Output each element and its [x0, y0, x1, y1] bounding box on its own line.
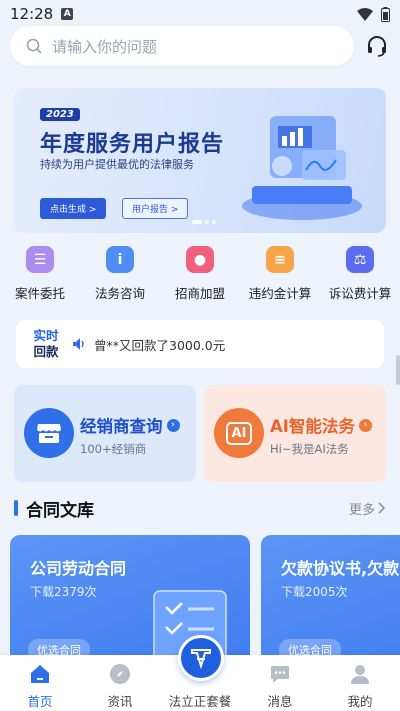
status-icons [357, 6, 390, 22]
battery-icon [381, 6, 390, 22]
profile-icon [351, 665, 369, 684]
user-report-button[interactable]: 用户报告 > [122, 198, 189, 219]
shortcut-penalty-calculator[interactable]: ≡ 违约金计算 [240, 246, 320, 302]
tab-messages[interactable]: 消息 [240, 655, 320, 711]
search-placeholder: 请输入你的问题 [52, 37, 158, 56]
generate-report-button[interactable]: 点击生成 > [40, 198, 107, 219]
tab-label: 我的 [347, 694, 373, 709]
shortcut-case-entrust[interactable]: ☰ 案件委托 [0, 246, 80, 302]
dealer-query-title-text: 经销商查询 [80, 417, 163, 436]
contracts-section-header: 合同文库 更多 [14, 497, 386, 521]
section-accent-bar [14, 500, 18, 516]
tab-label: 资讯 [107, 694, 133, 709]
tab-label: 法立正套餐 [168, 694, 232, 709]
contract-title: 公司劳动合同 [30, 559, 127, 578]
banner-pagination [192, 220, 216, 224]
package-icon [191, 649, 211, 670]
consult-icon: i [106, 246, 134, 273]
chevron-right-icon: › [166, 418, 180, 432]
customer-service-headset-icon[interactable] [364, 33, 390, 59]
contract-title: 欠款协议书,欠款 [281, 559, 400, 578]
tab-label: 消息 [267, 694, 293, 709]
speaker-icon [73, 338, 84, 350]
banner-year-badge: 2023 [40, 108, 80, 121]
contract-downloads: 下载2379次 [30, 585, 97, 599]
annual-report-banner[interactable]: 2023 年度服务用户报告 持续为用户提供最优的法律服务 点击生成 > 用户报告… [14, 88, 386, 233]
store-icon [24, 408, 74, 458]
status-time: 12:28 [10, 5, 54, 23]
banner-subtitle: 持续为用户提供最优的法律服务 [40, 158, 194, 171]
status-bar: 12:28 A [0, 0, 400, 28]
shortcut-litigation-fee-calculator[interactable]: ⚖ 诉讼费计算 [320, 246, 400, 302]
tab-news[interactable]: 资讯 [80, 655, 160, 711]
chevron-right-icon [378, 502, 386, 514]
more-contracts-link[interactable]: 更多 [349, 499, 386, 518]
realtime-message: 曾**又回款了3000.0元 [94, 337, 226, 353]
wifi-icon [357, 7, 373, 21]
calculator-icon: ≡ [266, 246, 294, 273]
contracts-section-title: 合同文库 [26, 500, 94, 521]
join-icon: ● [186, 246, 214, 273]
shortcut-label: 法务咨询 [94, 286, 145, 301]
tab-label: 首页 [27, 694, 53, 709]
dealer-query-card[interactable]: 经销商查询 › 100+经销商 [14, 385, 196, 482]
compass-icon [110, 664, 130, 684]
more-label: 更多 [348, 502, 375, 518]
realtime-payment-ticker[interactable]: 实时 回款 曾**又回款了3000.0元 [16, 320, 384, 368]
banner-title: 年度服务用户报告 [40, 132, 225, 157]
search-icon [26, 38, 42, 54]
ai-legal-title: AI智能法务 › [270, 413, 372, 437]
search-input[interactable]: 请输入你的问题 [10, 26, 355, 66]
tab-profile[interactable]: 我的 [320, 655, 400, 711]
case-icon: ☰ [26, 246, 54, 273]
shortcut-legal-consult[interactable]: i 法务咨询 [80, 246, 160, 302]
scrollbar-thumb[interactable] [396, 355, 400, 385]
realtime-tag-line1: 实时 [33, 328, 59, 343]
feature-cards: 经销商查询 › 100+经销商 AI AI智能法务 › Hi~我是AI法务 [14, 385, 386, 482]
shortcut-label: 案件委托 [14, 286, 65, 301]
realtime-tag-line2: 回款 [33, 344, 59, 359]
report-chart-illustration [242, 116, 362, 220]
tab-home[interactable]: 首页 [0, 655, 80, 711]
chevron-right-icon: › [358, 418, 372, 432]
contract-card[interactable]: 欠款协议书,欠款 下载2005次 优选合同 [261, 535, 400, 659]
search-row: 请输入你的问题 [10, 26, 390, 66]
ai-legal-title-text: AI智能法务 [270, 417, 355, 436]
shortcut-franchise[interactable]: ● 招商加盟 [160, 246, 240, 302]
notification-badge-icon: A [61, 8, 74, 20]
ai-icon: AI [214, 408, 264, 458]
shortcut-label: 招商加盟 [174, 286, 225, 301]
package-fab-button[interactable] [178, 635, 224, 681]
realtime-tag: 实时 回款 [30, 328, 62, 360]
gavel-icon: ⚖ [346, 246, 374, 273]
dealer-query-desc: 100+经销商 [80, 442, 147, 456]
shortcut-label: 诉讼费计算 [328, 286, 392, 301]
shortcut-label: 违约金计算 [248, 286, 312, 301]
home-icon [31, 665, 49, 683]
contract-downloads: 下载2005次 [281, 585, 348, 599]
ai-icon-text: AI [225, 421, 253, 445]
message-icon [271, 666, 289, 683]
shortcut-grid: ☰ 案件委托 i 法务咨询 ● 招商加盟 ≡ 违约金计算 ⚖ 诉讼费计算 [0, 246, 400, 302]
ai-legal-desc: Hi~我是AI法务 [270, 442, 349, 456]
ai-legal-card[interactable]: AI AI智能法务 › Hi~我是AI法务 [204, 385, 386, 482]
dealer-query-title: 经销商查询 › [80, 413, 180, 437]
